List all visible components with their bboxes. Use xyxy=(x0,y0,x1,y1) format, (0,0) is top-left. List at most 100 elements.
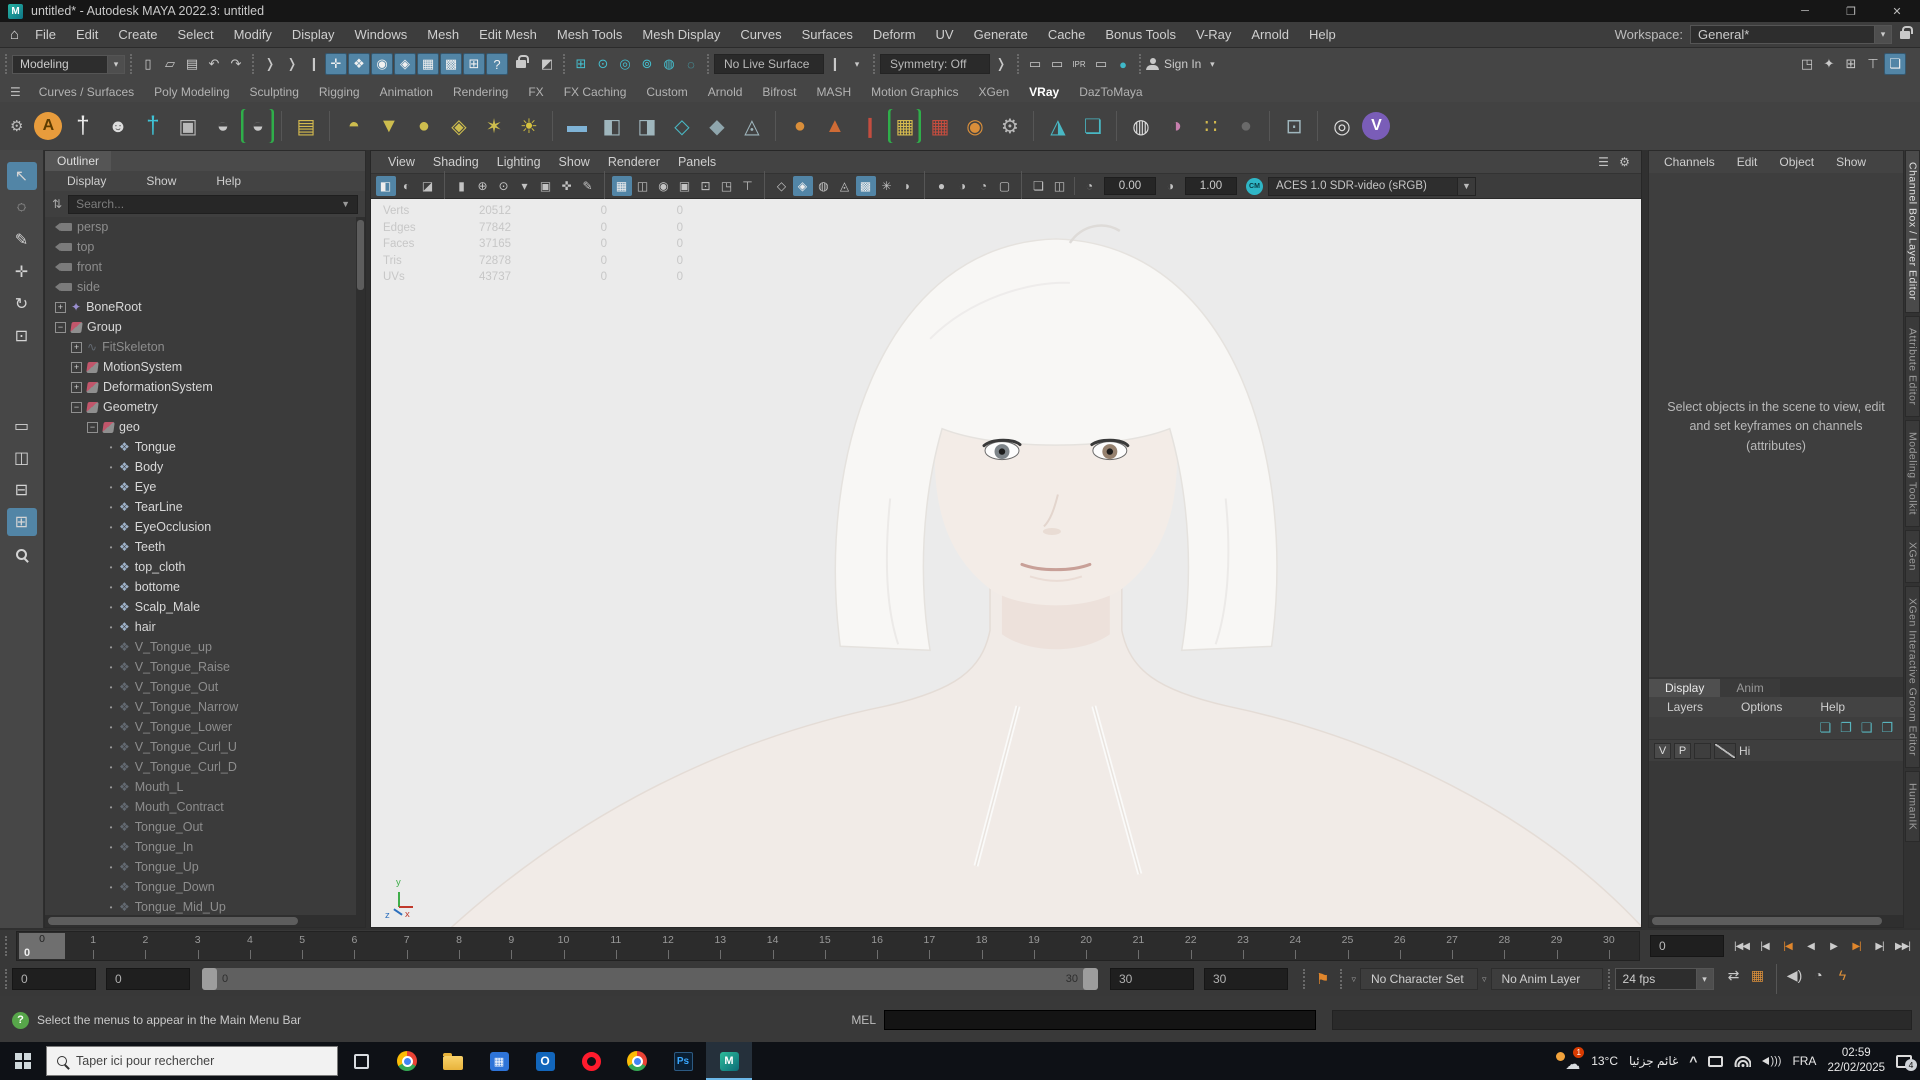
outliner-search-input[interactable]: Search... ▼ xyxy=(68,194,358,214)
range-slider-grip[interactable] xyxy=(5,969,7,989)
frame-tick-11[interactable]: 11 xyxy=(590,932,642,960)
frame-tick-9[interactable]: 9 xyxy=(485,932,537,960)
menu-v-ray[interactable]: V-Ray xyxy=(1186,27,1241,42)
viewport-menu-view[interactable]: View xyxy=(379,155,424,169)
frame-tick-28[interactable]: 28 xyxy=(1478,932,1530,960)
outliner-horizontal-scrollbar[interactable] xyxy=(45,915,365,927)
outliner-item-body[interactable]: • ❖ Body xyxy=(45,457,365,477)
isolate-select-icon[interactable]: ◫ xyxy=(1050,176,1070,196)
time-slider-track[interactable]: 1 2 3 4 5 6 7 8 9 10 11 12 13 14 15 16 17 18 19 20 21 22 23 24 2… xyxy=(16,931,1640,961)
outliner-item-v-tongue-raise[interactable]: • ❖ V_Tongue_Raise xyxy=(45,657,365,677)
scale-tool[interactable]: ⊡ xyxy=(7,322,37,350)
menu-generate[interactable]: Generate xyxy=(964,27,1038,42)
pan-zoom-icon[interactable]: ✜ xyxy=(557,176,577,196)
shelf-tab-animation[interactable]: Animation xyxy=(370,82,443,102)
camera-select-icon[interactable]: ▮ xyxy=(452,176,472,196)
outliner-item-bottome[interactable]: • ❖ bottome xyxy=(45,577,365,597)
clipper-icon[interactable]: ◮ xyxy=(1041,109,1074,143)
two-pane-layout[interactable]: ◫ xyxy=(7,444,37,472)
side-tab-humanik[interactable]: HumanIK xyxy=(1904,770,1920,843)
menu-modify[interactable]: Modify xyxy=(224,27,282,42)
move-layer-up-icon[interactable]: ❏ xyxy=(1819,720,1831,736)
chrome-icon[interactable] xyxy=(384,1042,430,1080)
shelf-tab-fx[interactable]: FX xyxy=(518,82,553,102)
select-grid-icon[interactable]: ▦ xyxy=(417,53,439,75)
outliner-item-tongue-up[interactable]: • ❖ Tongue_Up xyxy=(45,857,365,877)
snap-projected-center-icon[interactable]: ⊚ xyxy=(636,53,658,75)
expand-toggle[interactable]: − xyxy=(55,321,66,333)
orange-sphere-icon[interactable]: ◉ xyxy=(958,109,991,143)
wireframe-icon[interactable]: ◇ xyxy=(772,176,792,196)
outliner-item-v-tongue-lower[interactable]: • ❖ V_Tongue_Lower xyxy=(45,717,365,737)
sun-light-icon[interactable]: ☀ xyxy=(512,109,545,143)
shelf-tab-vray[interactable]: VRay xyxy=(1019,82,1069,102)
menu-display[interactable]: Display xyxy=(282,27,345,42)
selection-arrow2-icon[interactable]: ❭ xyxy=(281,53,303,75)
current-time-field[interactable]: 0 xyxy=(1650,935,1724,957)
frame-tick-14[interactable]: 14 xyxy=(746,932,798,960)
step-forward-frame-button[interactable]: ▶| xyxy=(1868,934,1891,958)
outliner-search-arrow[interactable]: ▼ xyxy=(341,199,350,209)
outliner-item-deformationsystem[interactable]: + DeformationSystem xyxy=(45,377,365,397)
tab-anim[interactable]: Anim xyxy=(1720,679,1780,697)
menu-edit-mesh[interactable]: Edit Mesh xyxy=(469,27,547,42)
taskbar-clock[interactable]: 02:59 22/02/2025 xyxy=(1827,1046,1885,1076)
frame-tick-12[interactable]: 12 xyxy=(642,932,694,960)
ipr-render-icon[interactable]: IPR xyxy=(1068,53,1090,75)
menu-edit[interactable]: Edit xyxy=(66,27,108,42)
shelf-tab-rendering[interactable]: Rendering xyxy=(443,82,518,102)
menu-create[interactable]: Create xyxy=(108,27,167,42)
frame-tick-24[interactable]: 24 xyxy=(1269,932,1321,960)
start-button[interactable] xyxy=(0,1042,46,1080)
layer-name[interactable]: Hi xyxy=(1739,744,1750,758)
evaluation-mode-icon[interactable]: ϟ xyxy=(1831,964,1855,986)
notification-center-icon[interactable]: 4 xyxy=(1896,1054,1917,1071)
shelf-tab-mash[interactable]: MASH xyxy=(806,82,861,102)
grid-layout-icon[interactable]: ⊞ xyxy=(1840,53,1862,75)
frame-tick-19[interactable]: 19 xyxy=(1008,932,1060,960)
colorspace-arrow[interactable]: ▼ xyxy=(1458,176,1476,196)
color-swatches-icon[interactable]: ∷ xyxy=(1194,109,1227,143)
outliner-item-hair[interactable]: • ❖ hair xyxy=(45,617,365,637)
range-start-handle[interactable] xyxy=(202,968,217,990)
language-indicator[interactable]: FRA xyxy=(1792,1054,1816,1068)
outliner-item-v-tongue-out[interactable]: • ❖ V_Tongue_Out xyxy=(45,677,365,697)
frame-tick-27[interactable]: 27 xyxy=(1426,932,1478,960)
selection-arrow-icon[interactable]: ❭ xyxy=(259,53,281,75)
status-grip[interactable] xyxy=(563,54,565,74)
shelf-tab-motion-graphics[interactable]: Motion Graphics xyxy=(861,82,968,102)
frame-tick-20[interactable]: 20 xyxy=(1060,932,1112,960)
lighting-toggle-icon[interactable]: ◐ xyxy=(397,176,417,196)
image-plane-icon[interactable]: ▣ xyxy=(536,176,556,196)
safe-title-icon[interactable]: ⊤ xyxy=(738,176,758,196)
xray-icon[interactable]: ❏ xyxy=(1029,176,1049,196)
play-forwards-button[interactable]: ▶ xyxy=(1822,934,1845,958)
device-icon[interactable] xyxy=(1708,1055,1724,1067)
rotate-tool[interactable]: ↻ xyxy=(7,290,37,318)
outliner-menu-display[interactable]: Display xyxy=(57,174,116,188)
sign-in-arrow[interactable]: ▾ xyxy=(1201,53,1223,75)
shaded-mode-icon[interactable]: ◈ xyxy=(792,176,813,196)
shelf-tab-rigging[interactable]: Rigging xyxy=(309,82,370,102)
maya-icon[interactable]: M xyxy=(706,1042,752,1080)
outliner-item-side[interactable]: side xyxy=(45,277,365,297)
character-set-key-icon[interactable]: ⚑ xyxy=(1316,970,1329,988)
outliner-item-v-tongue-narrow[interactable]: • ❖ V_Tongue_Narrow xyxy=(45,697,365,717)
panel-menu-icon[interactable]: ☰ xyxy=(1594,152,1614,172)
select-hierarchy-icon[interactable]: ✛ xyxy=(325,53,347,75)
select-mesh-icon[interactable]: ◈ xyxy=(394,53,416,75)
shelf-tab-curves-surfaces[interactable]: Curves / Surfaces xyxy=(29,82,144,102)
frame-tick-16[interactable]: 16 xyxy=(851,932,903,960)
daz-figure-icon[interactable]: † xyxy=(66,109,99,143)
construction-history-icon[interactable]: ⊤ xyxy=(1862,53,1884,75)
object-details-icon[interactable]: ◳ xyxy=(1796,53,1818,75)
menu-uv[interactable]: UV xyxy=(926,27,964,42)
ambient-occlusion-icon[interactable]: ✳ xyxy=(877,176,897,196)
play-backwards-button[interactable]: ◀ xyxy=(1799,934,1822,958)
outliner-item-tongue[interactable]: • ❖ Tongue xyxy=(45,437,365,457)
frame-tick-25[interactable]: 25 xyxy=(1321,932,1373,960)
channel-box-menu-edit[interactable]: Edit xyxy=(1728,155,1767,169)
selection-lock-icon[interactable] xyxy=(516,55,529,68)
motion-blur-icon[interactable]: ◗ xyxy=(898,176,918,196)
panel-gear-icon[interactable]: ⚙ xyxy=(1615,152,1635,172)
